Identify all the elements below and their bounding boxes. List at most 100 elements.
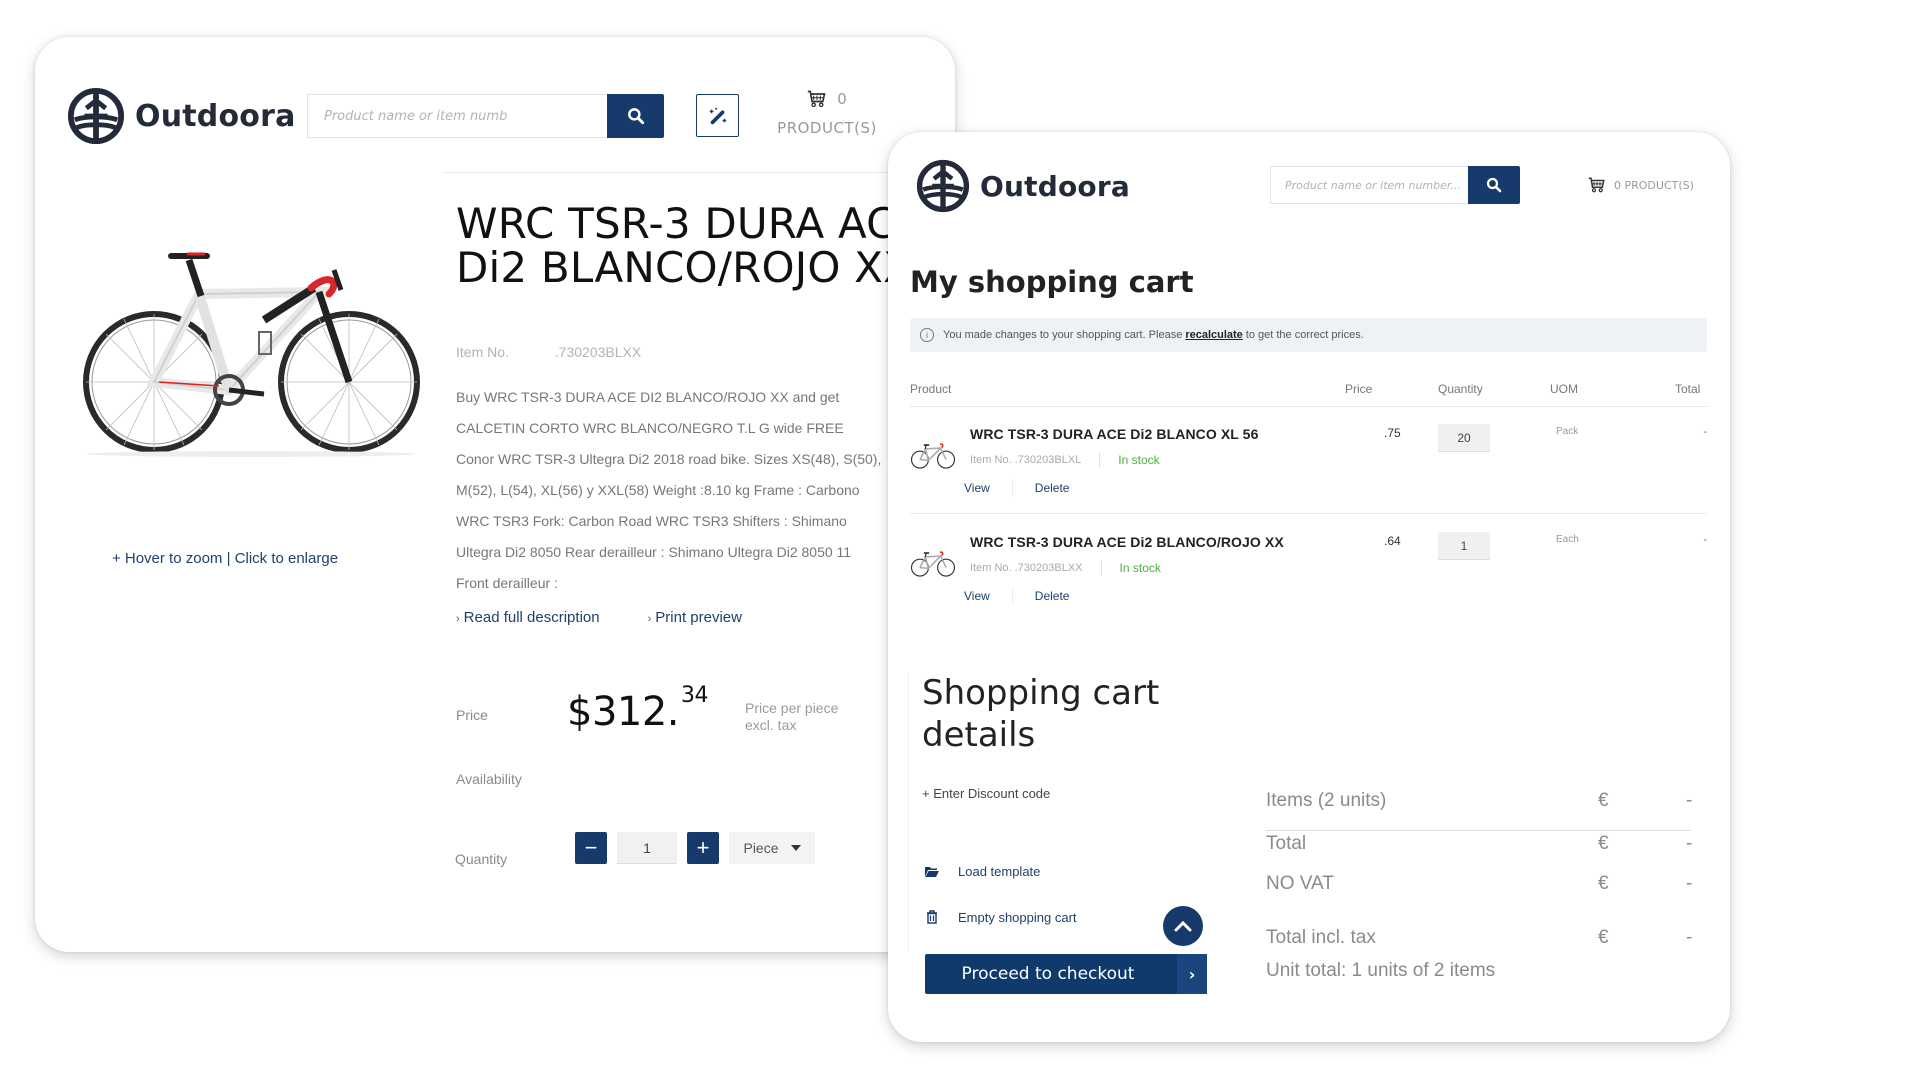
header-divider <box>443 172 955 173</box>
divider <box>1100 560 1102 576</box>
mini-cart-count: 0 <box>837 90 847 108</box>
print-preview-link[interactable]: › Print preview <box>648 609 742 626</box>
load-template-button[interactable]: Load template <box>924 863 1040 879</box>
info-icon: i <box>920 328 934 342</box>
page-title: My shopping cart <box>910 265 1194 299</box>
mini-cart-label: 0 PRODUCT(S) <box>1614 178 1694 192</box>
description-line: CALCETIN CORTO WRC BLANCO/NEGRO T.L G wi… <box>456 420 844 436</box>
magic-wand-button[interactable] <box>696 94 739 137</box>
price-note-line-2: excl. tax <box>745 717 797 733</box>
price-value: $312.34 <box>567 683 709 735</box>
view-item-link[interactable]: View <box>964 481 990 495</box>
summary-value: - <box>1686 790 1693 811</box>
checkout-label: Proceed to checkout <box>961 964 1135 984</box>
column-header-quantity: Quantity <box>1438 382 1483 396</box>
row-divider <box>910 513 1707 514</box>
decrease-quantity-button[interactable]: − <box>575 832 607 864</box>
brand-logo[interactable]: Outdoora <box>916 159 1130 213</box>
availability-label: Availability <box>456 771 522 787</box>
load-template-label: Load template <box>958 863 1041 879</box>
delete-item-link[interactable]: Delete <box>1035 481 1070 495</box>
summary-label: Total incl. tax <box>1266 927 1376 948</box>
column-header-total: Total <box>1675 382 1701 396</box>
cart-item-name[interactable]: WRC TSR-3 DURA ACE Di2 BLANCO XL 56 <box>970 426 1258 442</box>
brand-name: Outdoora <box>135 98 296 134</box>
logo-mark-icon <box>916 159 970 213</box>
description-line: M(52), L(54), XL(56) y XXL(58) Weight :8… <box>456 482 860 498</box>
description-line: WRC TSR3 Fork: Carbon Road WRC TSR3 Shif… <box>456 513 847 529</box>
item-number-value: .730203BLXX <box>554 344 642 360</box>
empty-cart-button[interactable]: Empty shopping cart <box>924 909 1077 925</box>
chevron-right-icon: › <box>1177 954 1207 994</box>
product-thumbnail[interactable] <box>910 546 956 580</box>
unit-total-text: Unit total: 1 units of 2 items <box>1266 960 1496 981</box>
mini-cart-label: PRODUCT(S) <box>777 119 877 137</box>
summary-label: Items (2 units) <box>1266 790 1387 811</box>
quantity-label: Quantity <box>455 851 508 867</box>
price-cents: 34 <box>681 683 709 708</box>
item-number: Item No. .730203BLXX <box>456 344 641 360</box>
mini-cart[interactable]: 0 PRODUCT(S) <box>772 89 882 137</box>
cart-item-uom: Pack <box>1556 426 1579 437</box>
chevron-right-icon: › <box>456 613 460 625</box>
summary-value: - <box>1686 927 1693 948</box>
image-zoom-hint: + Hover to zoom | Click to enlarge <box>35 550 415 567</box>
cart-item-quantity-input[interactable] <box>1438 424 1490 452</box>
price-label: Price <box>456 707 488 723</box>
details-title: Shopping cart details <box>922 672 1159 756</box>
read-full-description-link[interactable]: › Read full description <box>456 609 600 626</box>
cart-item-meta: Item No. .730203BLXL In stock <box>970 452 1160 468</box>
recalculate-link[interactable]: recalculate <box>1185 329 1242 341</box>
divider <box>1011 587 1013 605</box>
cart-item-uom: Each <box>1556 534 1579 545</box>
details-left-border <box>908 672 912 952</box>
details-title-line-1: Shopping cart <box>922 673 1160 713</box>
mini-cart[interactable]: 0 PRODUCT(S) <box>1588 176 1694 194</box>
details-title-line-2: details <box>922 715 1036 755</box>
view-item-link[interactable]: View <box>964 589 990 603</box>
cart-item-quantity-input[interactable] <box>1438 532 1490 560</box>
hover-zoom-link[interactable]: + Hover to zoom | Click to enlarge <box>112 550 338 567</box>
uom-select[interactable]: Piece <box>729 832 815 864</box>
cart-item-meta: Item No. .730203BLXX In stock <box>970 560 1161 576</box>
scroll-to-top-button[interactable] <box>1163 906 1203 946</box>
description-links: › Read full description › Print preview <box>456 609 742 626</box>
item-number-label: Item No. <box>456 344 509 360</box>
proceed-to-checkout-button[interactable]: Proceed to checkout › <box>925 954 1207 994</box>
summary-currency: € <box>1598 927 1609 948</box>
empty-cart-label: Empty shopping cart <box>958 909 1077 925</box>
trash-icon <box>924 909 940 925</box>
print-preview-label: Print preview <box>655 609 742 626</box>
summary-currency: € <box>1598 790 1609 811</box>
search-button[interactable] <box>1468 166 1520 204</box>
search-icon <box>626 106 646 126</box>
summary-label: NO VAT <box>1266 873 1334 894</box>
summary-label: Total <box>1266 833 1307 854</box>
quantity-input[interactable] <box>617 832 677 864</box>
price-note: Price per piece excl. tax <box>745 700 838 734</box>
search-input[interactable] <box>1270 166 1468 204</box>
product-thumbnail[interactable] <box>910 438 956 472</box>
enter-discount-code-link[interactable]: + Enter Discount code <box>922 786 1050 801</box>
brand-logo[interactable]: Outdoora <box>67 87 296 145</box>
summary-value: - <box>1686 873 1693 894</box>
search-input[interactable] <box>307 94 607 138</box>
stock-status: In stock <box>1118 453 1160 467</box>
product-image[interactable] <box>79 232 424 467</box>
caret-down-icon <box>790 845 801 851</box>
cart-item-price: .64 <box>1384 534 1401 548</box>
product-description: Buy WRC TSR-3 DURA ACE DI2 BLANCO/ROJO X… <box>456 382 936 599</box>
price-main: $312. <box>567 689 680 735</box>
description-line: Conor WRC TSR-3 Ultegra Di2 2018 road bi… <box>456 451 882 467</box>
search-button[interactable] <box>607 94 664 138</box>
delete-item-link[interactable]: Delete <box>1035 589 1070 603</box>
divider <box>1099 452 1101 468</box>
stock-status: In stock <box>1119 561 1161 575</box>
folder-icon <box>924 863 940 879</box>
bike-icon <box>83 252 420 457</box>
cart-item-name[interactable]: WRC TSR-3 DURA ACE Di2 BLANCO/ROJO XX <box>970 534 1284 550</box>
price-note-line-1: Price per piece <box>745 700 839 716</box>
increase-quantity-button[interactable]: + <box>687 832 719 864</box>
summary-currency: € <box>1598 873 1609 894</box>
cart-item-number: Item No. .730203BLXL <box>970 454 1082 466</box>
